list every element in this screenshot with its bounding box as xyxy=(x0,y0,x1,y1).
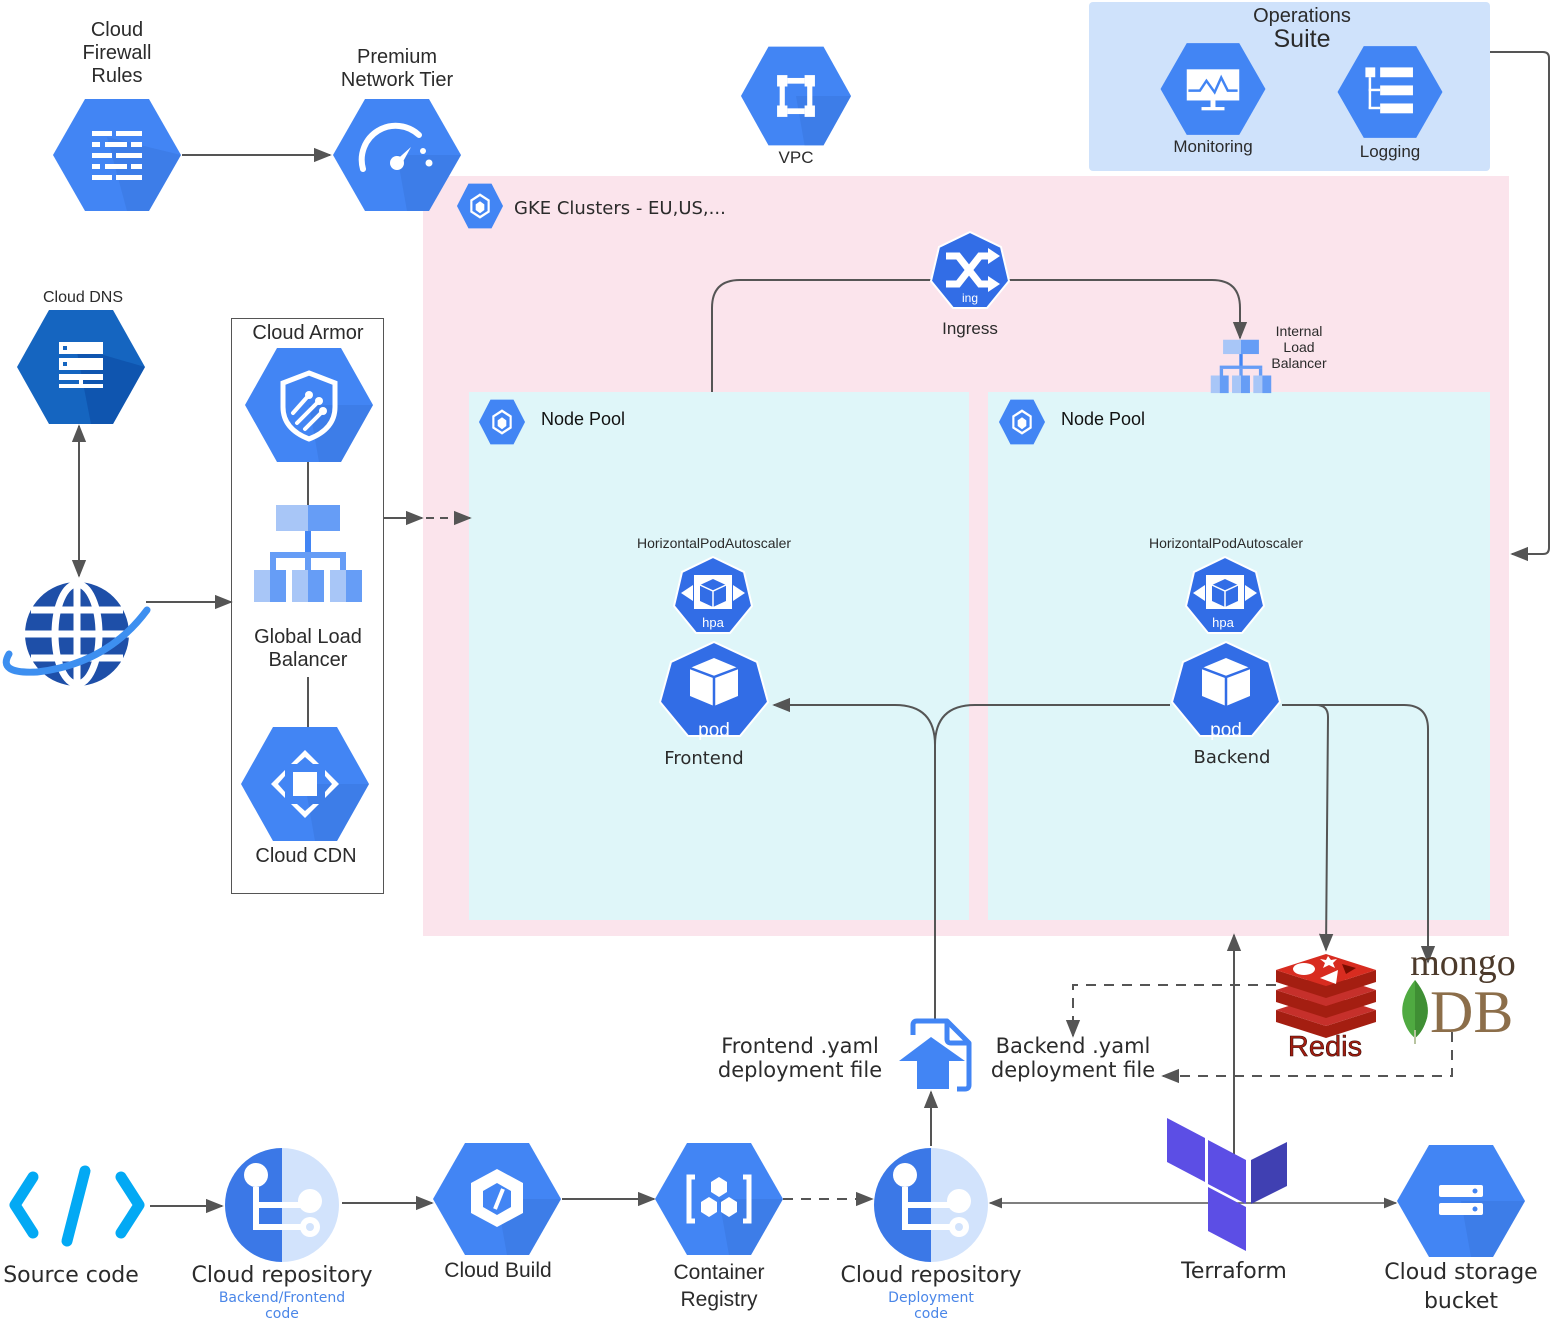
internal-lb-label: Internal Load Balancer xyxy=(1260,323,1338,371)
cloud-storage-label-line: bucket xyxy=(1423,1288,1499,1314)
diagram-canvas xyxy=(2,43,1550,1262)
backend-to-redis-arrow xyxy=(1282,704,1334,952)
hpa-badge: hpa xyxy=(1212,615,1234,630)
redis-label: Redis xyxy=(1287,1031,1363,1064)
repository-icon[interactable] xyxy=(225,1148,339,1262)
container-registry-icon[interactable] xyxy=(655,1143,783,1255)
logging-label: Logging xyxy=(1359,142,1421,161)
ops-to-gke-arrow xyxy=(1490,51,1550,562)
terraform-label: Terraform xyxy=(1181,1259,1287,1284)
storage-icon[interactable] xyxy=(1397,1145,1525,1257)
hpa-badge: hpa xyxy=(702,615,724,630)
premium-network-label-line: Premium xyxy=(356,46,437,68)
backend-yaml-label: Backend .yaml deployment file xyxy=(978,1034,1168,1082)
ingress-label: Ingress xyxy=(942,319,998,338)
frontend-yaml-label: Frontend .yaml deployment file xyxy=(700,1034,900,1082)
backend-pod-label: Backend xyxy=(1193,747,1271,768)
cloud-armor-title: Cloud Armor xyxy=(252,322,364,344)
container-registry-label-line: Container xyxy=(673,1261,765,1284)
monitoring-icon[interactable] xyxy=(1160,43,1266,135)
node-pool-icon xyxy=(998,399,1046,445)
firewall-label-line: Firewall xyxy=(82,42,152,64)
frontend-pod-label: Frontend xyxy=(664,748,744,769)
pod-badge: pod xyxy=(1210,720,1242,741)
global-lb-label-line: Balancer xyxy=(268,649,348,671)
logging-icon[interactable] xyxy=(1337,46,1443,138)
gke-clusters-title: GKE Clusters - EU,US,... xyxy=(514,198,726,219)
node-pool-icon xyxy=(478,399,526,445)
frontend-yaml-label-line: deployment file xyxy=(717,1058,883,1083)
global-lb-label: Global Load Balancer xyxy=(236,626,380,672)
premium-network-label: Premium Network Tier xyxy=(320,46,474,92)
deploy-to-backend-line xyxy=(934,704,1170,746)
cloud-build-label: Cloud Build xyxy=(444,1259,552,1282)
backend-yaml-label-line: Backend .yaml xyxy=(995,1034,1151,1058)
build-icon[interactable] xyxy=(433,1143,561,1255)
ingress-to-internal-lb-arrow xyxy=(1008,279,1248,340)
terraform-icon[interactable] xyxy=(1167,1118,1287,1251)
mongodb-word-db: DB xyxy=(1430,979,1514,1045)
sublabel-line: code xyxy=(265,1306,299,1323)
firewall-label: Cloud Firewall Rules xyxy=(62,19,172,88)
deployment-file-icon[interactable] xyxy=(899,1018,972,1092)
cloud-repository-label: Cloud repository xyxy=(191,1263,373,1288)
cdn-icon[interactable] xyxy=(241,727,369,841)
cloud-repository-sublabel: Backend/Frontend code xyxy=(190,1290,374,1322)
gke-icon xyxy=(456,183,504,229)
repository-icon[interactable] xyxy=(874,1148,988,1262)
globe-icon[interactable] xyxy=(2,580,151,688)
internal-lb-label-line: Load xyxy=(1283,339,1315,356)
node-pool-title: Node Pool xyxy=(541,409,626,429)
backend-yaml-label-line: deployment file xyxy=(990,1058,1156,1083)
vpc-label: VPC xyxy=(778,148,814,167)
internal-lb-label-line: Internal xyxy=(1275,323,1323,339)
frontend-yaml-label-line: Frontend .yaml xyxy=(721,1034,879,1058)
container-registry-label-line: Registry xyxy=(680,1288,758,1312)
redis-to-backend-yaml-dashed-arrow xyxy=(1065,984,1276,1038)
shield-icon[interactable] xyxy=(245,348,373,462)
redis-icon[interactable] xyxy=(1276,954,1376,1038)
hpa-label: HorizontalPodAutoscaler xyxy=(636,535,792,551)
firewall-label-line: Rules xyxy=(91,65,143,87)
global-lb-label-line: Global Load xyxy=(254,626,362,648)
ingress-badge: ing xyxy=(961,291,978,305)
code-brackets-icon[interactable] xyxy=(9,1165,145,1247)
backend-to-mongo-arrow xyxy=(1282,704,1436,964)
hpa-label: HorizontalPodAutoscaler xyxy=(1148,535,1304,551)
node-pool-title: Node Pool xyxy=(1061,409,1146,429)
dns-server-icon[interactable] xyxy=(17,310,145,424)
pod-badge: pod xyxy=(698,720,730,741)
ingress-to-frontend-line xyxy=(711,279,932,392)
firewall-label-line: Cloud xyxy=(90,19,144,41)
cloud-cdn-label: Cloud CDN xyxy=(255,845,357,867)
sublabel-line: code xyxy=(914,1306,948,1323)
deploy-to-frontend-arrow xyxy=(772,697,936,1020)
cloud-storage-label: Cloud storage bucket xyxy=(1372,1259,1550,1316)
operations-suite-subtitle: Suite xyxy=(1273,25,1331,53)
source-code-label: Source code xyxy=(3,1263,139,1288)
internal-lb-label-line: Balancer xyxy=(1271,355,1327,372)
premium-network-label-line: Network Tier xyxy=(340,69,454,91)
firewall-icon[interactable] xyxy=(53,99,181,211)
sublabel-line: Deployment xyxy=(888,1290,974,1306)
monitoring-label: Monitoring xyxy=(1173,137,1253,156)
load-balancer-icon[interactable] xyxy=(254,505,362,602)
container-registry-label: Container Registry xyxy=(650,1259,788,1314)
mongodb-leaf-icon xyxy=(1402,980,1428,1044)
cloud-storage-label-line: Cloud storage xyxy=(1384,1260,1538,1285)
sublabel-line: Backend/Frontend xyxy=(218,1290,346,1306)
cloud-repository-sublabel: Deployment code xyxy=(840,1290,1022,1322)
cloud-dns-label: Cloud DNS xyxy=(42,289,124,306)
cloud-repository-label: Cloud repository xyxy=(840,1263,1022,1288)
speedometer-icon[interactable] xyxy=(333,99,461,211)
vpc-icon[interactable] xyxy=(740,46,852,146)
